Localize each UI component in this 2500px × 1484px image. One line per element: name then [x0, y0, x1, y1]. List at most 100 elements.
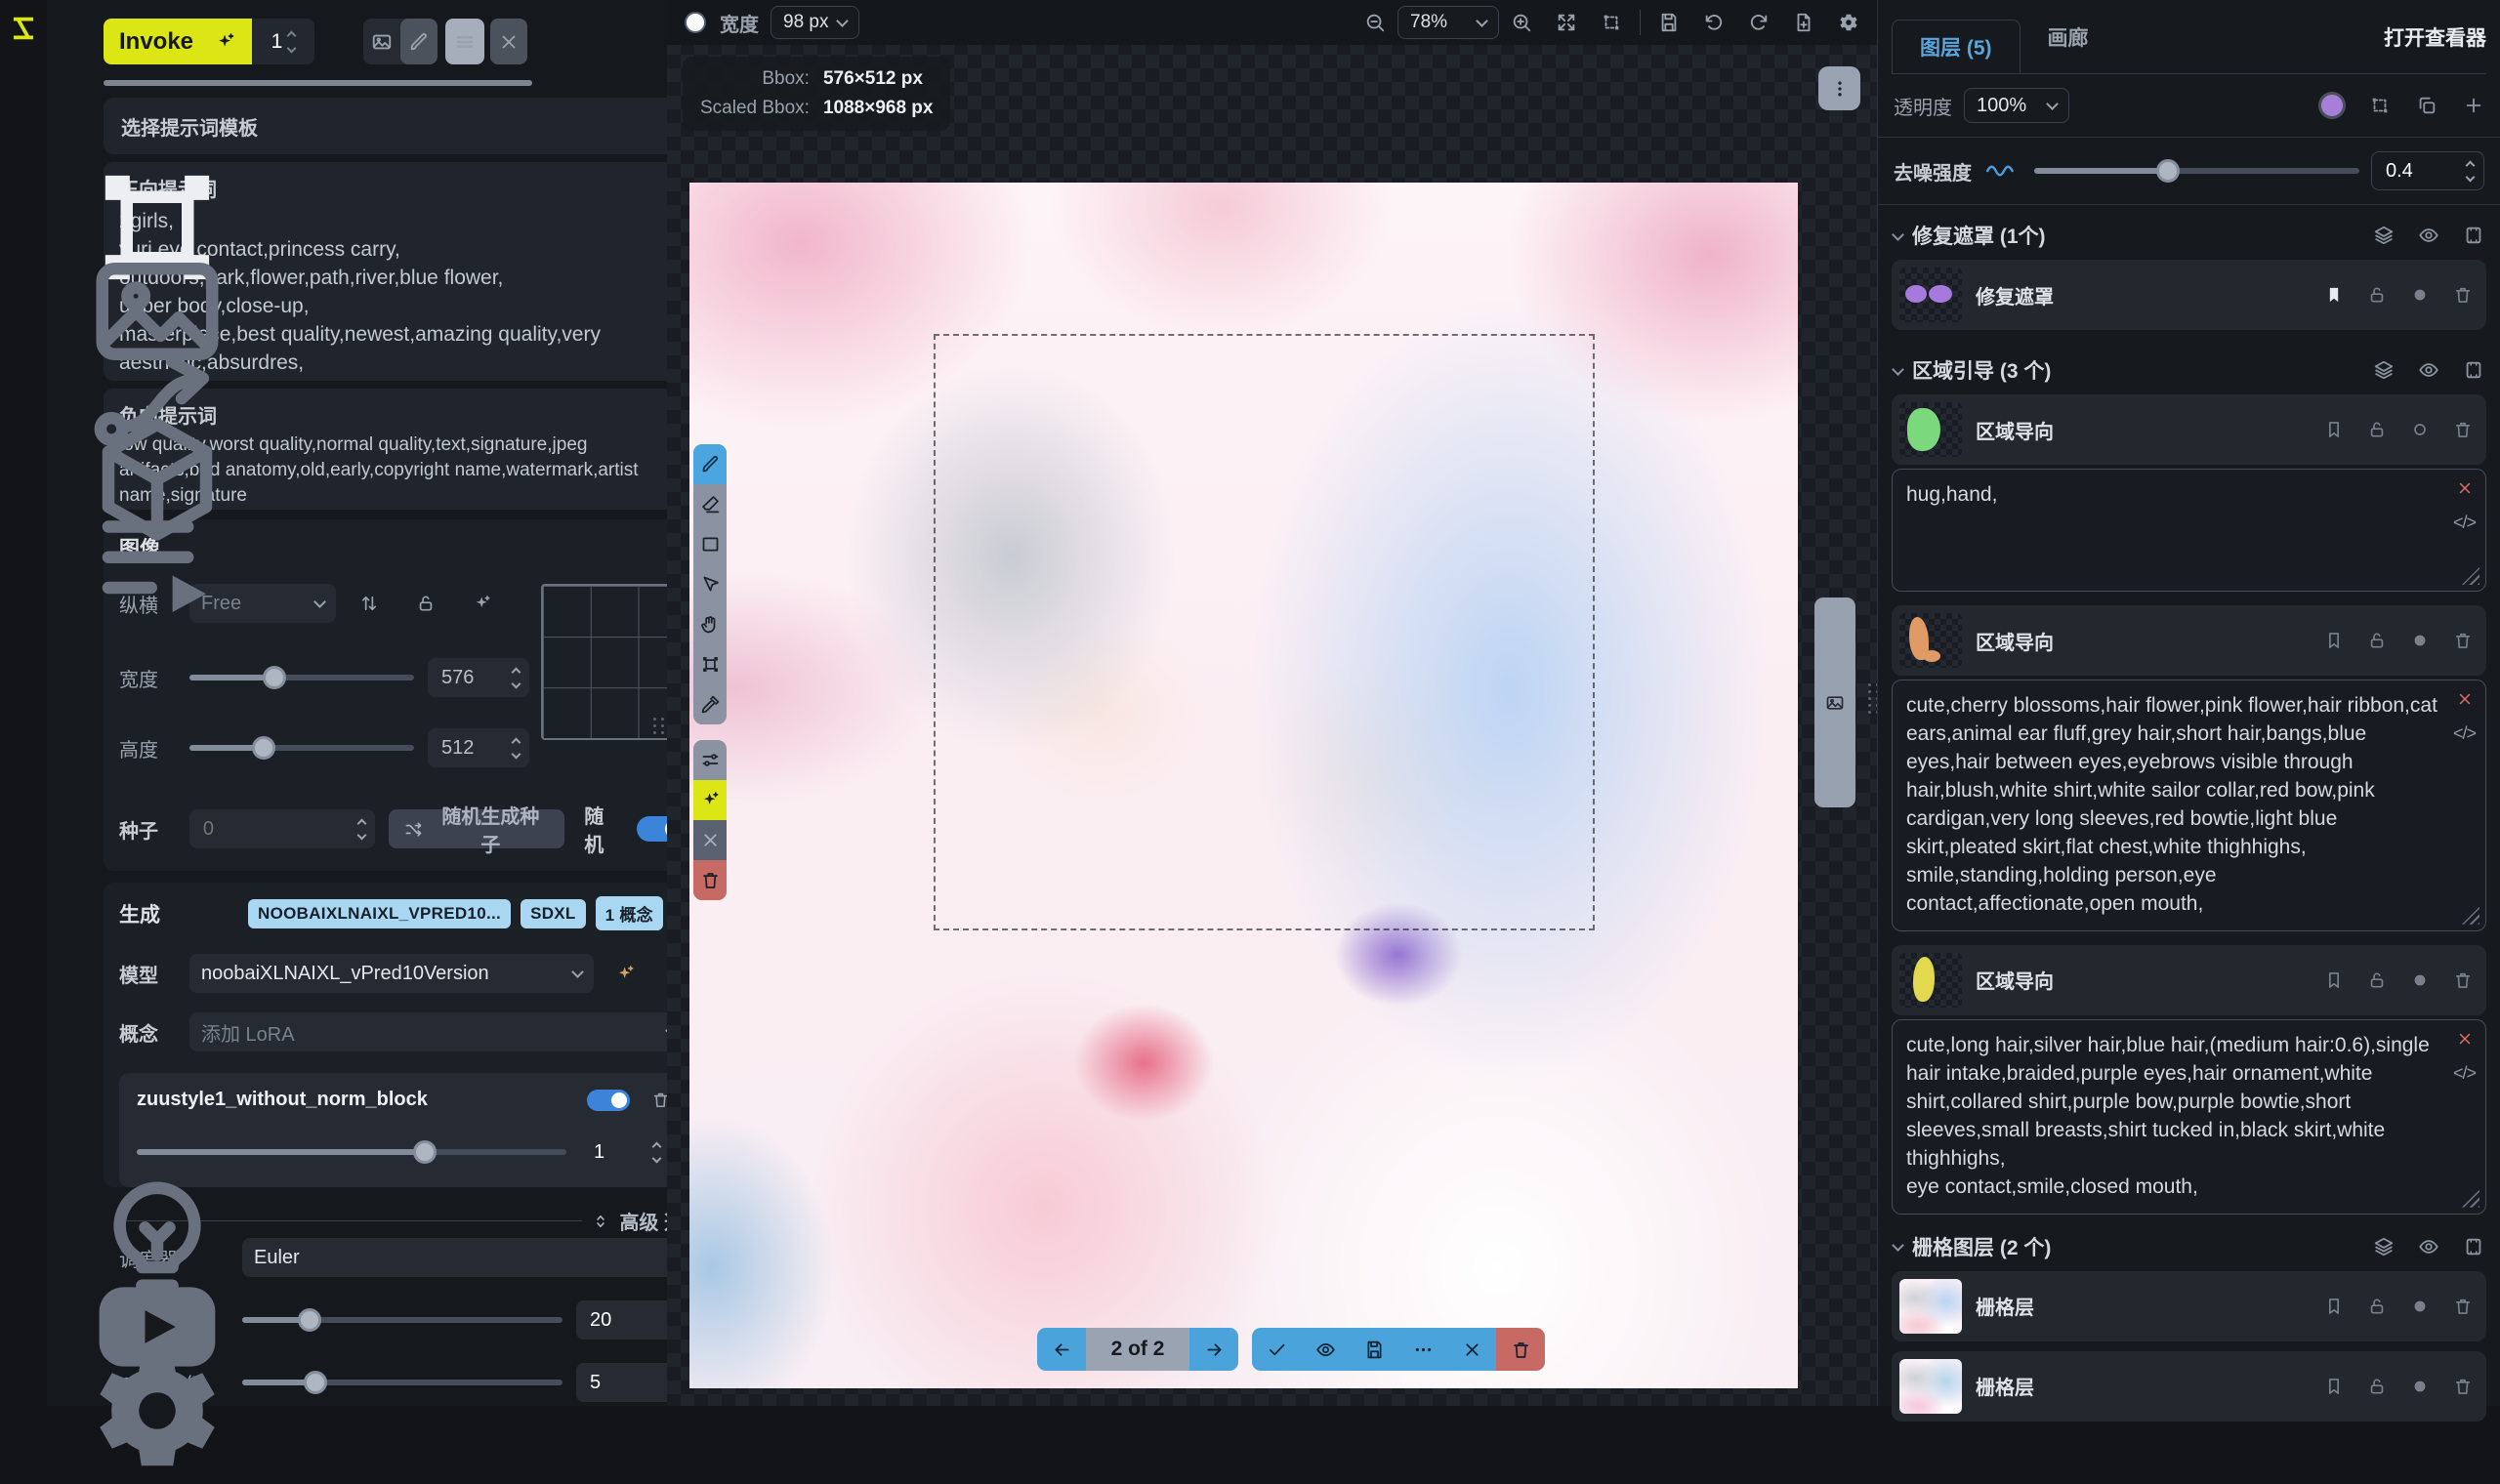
enabled-dot-icon[interactable]	[2410, 1377, 2430, 1396]
new-layer-from-canvas-icon[interactable]	[1793, 12, 1814, 33]
bookmark-icon[interactable]	[2324, 1297, 2344, 1316]
save-canvas-icon[interactable]	[1658, 12, 1680, 33]
canvas-settings-gear-icon[interactable]	[1838, 12, 1859, 33]
move-tool[interactable]	[693, 564, 727, 604]
raster-layer-1-row[interactable]: 栅格层	[1892, 1271, 2486, 1341]
lora-weight-stepper[interactable]: 1	[580, 1133, 670, 1172]
tab-gallery[interactable]: 画廊	[2021, 10, 2116, 64]
transform-tool[interactable]	[693, 644, 727, 684]
remove-prompt-icon[interactable]	[2456, 690, 2474, 708]
eyedropper-tool[interactable]	[693, 684, 727, 724]
delete-tool[interactable]	[693, 860, 727, 900]
duplicate-layer-icon[interactable]	[2416, 95, 2438, 116]
invoke-button[interactable]: Invoke	[104, 19, 252, 64]
randomize-seed-button[interactable]: 随机生成种子	[389, 809, 565, 848]
delete-layer-icon[interactable]	[2453, 631, 2473, 650]
panel-menu-button[interactable]	[445, 19, 484, 64]
fit-layer-icon[interactable]	[2369, 95, 2391, 116]
redo-icon[interactable]	[1748, 12, 1770, 33]
opacity-select[interactable]: 100%	[1964, 88, 2069, 123]
zoom-level-select[interactable]: 78%	[1397, 6, 1499, 39]
youtube-icon[interactable]	[11, 1254, 36, 1279]
invoke-region-tool[interactable]	[693, 780, 727, 820]
region-2-row[interactable]: 区域导向	[1892, 605, 2486, 676]
settings-icon[interactable]	[11, 1338, 36, 1363]
regional-guidance-section-header[interactable]: 区域引导 (3 个)	[1892, 340, 2486, 394]
generation-bbox[interactable]	[934, 334, 1595, 930]
denoise-stepper[interactable]: 0.4	[2371, 151, 2484, 190]
raster-layer-2-row[interactable]: 栅格层	[1892, 1351, 2486, 1422]
resize-handle[interactable]	[2462, 1190, 2479, 1208]
staging-more-button[interactable]	[1398, 1328, 1447, 1371]
lock-aspect-icon[interactable]	[416, 594, 436, 613]
bookmark-icon[interactable]	[2324, 631, 2344, 650]
resize-handle[interactable]	[2462, 567, 2479, 585]
brush-tool[interactable]	[693, 444, 727, 484]
gallery-drawer-toggle[interactable]	[1814, 598, 1855, 807]
nav-queue-icon[interactable]	[11, 490, 36, 515]
visibility-icon[interactable]	[2418, 225, 2439, 246]
lock-icon[interactable]	[2367, 420, 2387, 439]
scheduler-select[interactable]: Euler	[242, 1238, 703, 1277]
enabled-dot-icon[interactable]	[2410, 631, 2430, 650]
next-image-button[interactable]	[1189, 1328, 1238, 1371]
region-1-row[interactable]: 区域导向	[1892, 394, 2486, 465]
remove-prompt-icon[interactable]	[2456, 1030, 2474, 1048]
inpaint-mask-section-header[interactable]: 修复遮罩 (1个)	[1892, 205, 2486, 260]
merge-layers-icon[interactable]	[2373, 225, 2395, 246]
frame-icon[interactable]	[2463, 1236, 2484, 1257]
add-lora-select[interactable]: 添加 LoRA	[189, 1012, 688, 1051]
lock-icon[interactable]	[2367, 970, 2387, 990]
discard-image-button[interactable]	[1447, 1328, 1496, 1371]
width-stepper[interactable]: 576	[428, 658, 529, 697]
fit-bbox-icon[interactable]	[1601, 12, 1622, 33]
eraser-tool[interactable]	[693, 484, 727, 524]
prompt-template-select[interactable]: 选择提示词模板	[104, 98, 703, 154]
canvas-workspace[interactable]: 宽度 98 px 78% Bbox: 576×512 px Scaled Bbo…	[667, 0, 1877, 1406]
height-slider[interactable]	[189, 745, 414, 751]
support-icon[interactable]	[11, 1170, 36, 1195]
canvas-context-menu-button[interactable]	[1818, 66, 1860, 110]
open-viewer-link[interactable]: 打开查看器	[2384, 22, 2486, 52]
region-3-prompt-text[interactable]: cute,long hair,silver hair,blue hair,(me…	[1906, 1032, 2442, 1202]
add-layer-icon[interactable]	[2463, 95, 2484, 116]
optimize-size-icon[interactable]	[473, 594, 492, 613]
delete-layer-icon[interactable]	[2453, 1297, 2473, 1316]
lora-enabled-toggle[interactable]	[587, 1090, 630, 1111]
enabled-dot-icon[interactable]	[2410, 420, 2430, 439]
brush-width-select[interactable]: 98 px	[771, 6, 859, 39]
bookmark-icon[interactable]	[2324, 970, 2344, 990]
zoom-in-icon[interactable]	[1511, 12, 1532, 33]
bookmark-icon[interactable]	[2324, 1377, 2344, 1396]
generation-section-header[interactable]: 生成 NOOBAIXLNAIXL_VPRED10... SDXL 1 概念	[119, 896, 688, 930]
model-select[interactable]: noobaiXLNAIXL_vPred10Version	[189, 954, 594, 993]
lock-icon[interactable]	[2367, 285, 2387, 305]
region-1-prompt-text[interactable]: hug,hand,	[1906, 481, 2442, 510]
cancel-tool[interactable]	[693, 820, 727, 860]
nav-gallery-icon[interactable]	[11, 238, 36, 264]
raster-layers-section-header[interactable]: 栅格图层 (2 个)	[1892, 1228, 2486, 1271]
viewer-image-mode-button[interactable]	[363, 19, 400, 64]
seed-field[interactable]	[203, 818, 311, 841]
delete-layer-icon[interactable]	[2453, 420, 2473, 439]
nav-workflows-icon[interactable]	[11, 322, 36, 348]
visibility-icon[interactable]	[2418, 359, 2439, 381]
delete-layer-icon[interactable]	[2453, 285, 2473, 305]
tab-layers[interactable]: 图层 (5)	[1892, 20, 2021, 74]
enabled-dot-icon[interactable]	[2410, 970, 2430, 990]
region-2-prompt-text[interactable]: cute,cherry blossoms,hair flower,pink fl…	[1906, 692, 2442, 919]
enabled-dot-icon[interactable]	[2410, 1297, 2430, 1316]
panel-resize-grip[interactable]	[653, 718, 665, 734]
fit-to-canvas-icon[interactable]	[1556, 12, 1577, 33]
bookmark-icon[interactable]	[2324, 285, 2344, 305]
color-swatch[interactable]	[2318, 92, 2346, 119]
advanced-collapse-icon[interactable]	[592, 1213, 609, 1230]
merge-layers-icon[interactable]	[2373, 359, 2395, 381]
delete-layer-icon[interactable]	[2453, 970, 2473, 990]
region-2-prompt-box[interactable]: cute,cherry blossoms,hair flower,pink fl…	[1892, 680, 2486, 931]
undo-icon[interactable]	[1703, 12, 1725, 33]
seed-input[interactable]	[189, 809, 375, 848]
code-embed-icon[interactable]: </>	[2453, 1063, 2476, 1084]
resize-handle[interactable]	[2462, 907, 2479, 925]
nav-models-icon[interactable]	[11, 406, 36, 432]
